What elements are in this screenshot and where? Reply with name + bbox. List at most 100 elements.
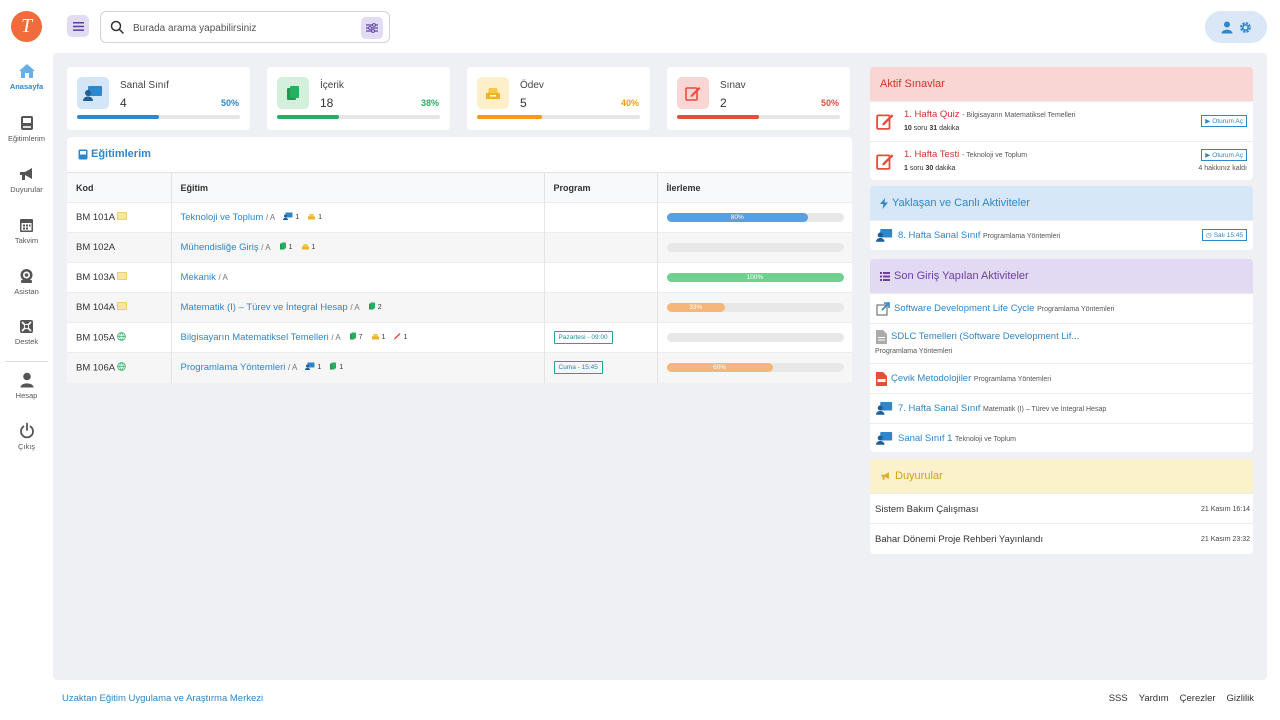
- sidebar-item-account[interactable]: Hesap: [0, 372, 53, 400]
- count-value: 1: [318, 214, 323, 221]
- count-value: 1: [381, 334, 386, 341]
- sidebar-item-support[interactable]: Destek: [0, 319, 53, 346]
- announcement-title[interactable]: Sistem Bakım Çalışması: [875, 504, 978, 515]
- stat-percent: 40%: [620, 98, 639, 108]
- table-row[interactable]: BM 104A Matematik (I) – Türev ve İntegra…: [67, 292, 852, 323]
- content-count-badge: 1: [329, 362, 343, 372]
- course-link[interactable]: Programlama Yöntemleri: [181, 362, 286, 373]
- list-item[interactable]: 1. Hafta Testi - Teknoloji ve Toplum 1 s…: [870, 141, 1253, 180]
- search-filter-button[interactable]: [361, 17, 383, 39]
- column-header-code[interactable]: Kod: [67, 172, 172, 203]
- list-item[interactable]: 7. Hafta Sanal Sınıf Matematik (I) – Tür…: [870, 393, 1253, 423]
- list-item[interactable]: Sistem Bakım Çalışması 21 Kasım 16:14: [870, 493, 1253, 523]
- stat-card-content[interactable]: İçerik 18 38%: [267, 67, 450, 130]
- course-link[interactable]: Mühendisliğe Giriş: [181, 242, 259, 253]
- stat-card-virtual-class[interactable]: Sanal Sınıf 4 50%: [67, 67, 250, 130]
- course-link[interactable]: Mekanik: [181, 272, 216, 283]
- sidebar-item-announcements[interactable]: Duyurular: [0, 166, 53, 194]
- list-item[interactable]: 1. Hafta Quiz - Bilgisayarın Matematikse…: [870, 101, 1253, 141]
- footer-link-cookies[interactable]: Çerezler: [1180, 693, 1216, 704]
- content-icon: [349, 332, 357, 342]
- list-item[interactable]: 8. Hafta Sanal Sınıf Programlama Yönteml…: [870, 220, 1253, 250]
- course-program-cell: [544, 202, 658, 233]
- recent-header: Son Giriş Yapılan Aktiviteler: [870, 259, 1253, 293]
- count-value: 1: [311, 244, 316, 251]
- sidebar-item-home[interactable]: Anasayfa: [0, 63, 53, 91]
- count-value: 1: [317, 363, 322, 371]
- column-header-course[interactable]: Eğitim: [171, 172, 545, 203]
- course-section: / A: [265, 213, 276, 222]
- course-name-cell: Bilgisayarın Matematiksel Temelleri / A 7…: [171, 322, 545, 353]
- list-item[interactable]: Software Development Life Cycle Programl…: [870, 293, 1253, 323]
- course-code-cell: BM 101A: [67, 202, 172, 233]
- sidebar-item-logout[interactable]: Çıkış: [0, 422, 53, 451]
- activity-time-badge[interactable]: ◷ Salı 15:45: [1202, 229, 1247, 241]
- stat-card-exam[interactable]: Sınav 2 50%: [667, 67, 850, 130]
- sidebar-item-calendar[interactable]: Takvim: [0, 217, 53, 245]
- course-link[interactable]: Bilgisayarın Matematiksel Temelleri: [181, 332, 329, 343]
- table-row[interactable]: BM 105A Bilgisayarın Matematiksel Temell…: [67, 322, 852, 353]
- progress-fill: 33%: [666, 303, 725, 312]
- progress-fill: 100%: [666, 273, 844, 282]
- footer-link-privacy[interactable]: Gizlilik: [1227, 693, 1254, 704]
- class-count-badge: 1: [305, 362, 321, 372]
- table-row[interactable]: BM 103A Mekanik / A 100%: [67, 262, 852, 293]
- table-row[interactable]: BM 102A Mühendisliğe Giriş / A 1 1: [67, 232, 852, 263]
- column-header-program[interactable]: Program: [544, 172, 658, 203]
- exam-title[interactable]: 1. Hafta Quiz: [904, 109, 959, 120]
- menu-toggle-button[interactable]: [67, 15, 89, 37]
- list-item[interactable]: Bahar Dönemi Proje Rehberi Yayınlandı 21…: [870, 523, 1253, 553]
- announcements-header: Duyurular: [870, 459, 1253, 493]
- globe-icon: [117, 331, 127, 344]
- active-exams-title: Aktif Sınavlar: [880, 78, 945, 90]
- calendar-icon: [20, 219, 33, 232]
- progress-track: 60%: [666, 363, 844, 373]
- activity-course: Teknoloji ve Toplum: [955, 436, 1017, 443]
- course-code: BM 104A: [76, 302, 115, 313]
- start-session-button[interactable]: ▶ Oturum Aç: [1201, 115, 1247, 127]
- table-row[interactable]: BM 101A Teknoloji ve Toplum / A 1 1 80%: [67, 202, 852, 233]
- course-link[interactable]: Matematik (I) – Türev ve İntegral Hesap: [181, 302, 348, 313]
- schedule-badge[interactable]: Pazartesi - 09:00: [553, 331, 613, 344]
- app-logo[interactable]: T: [11, 11, 42, 42]
- folder-icon: [117, 212, 128, 223]
- megaphone-icon: [881, 472, 889, 480]
- announcement-date: 21 Kasım 16:14: [1200, 506, 1250, 513]
- activity-course: Programlama Yöntemleri: [973, 376, 1052, 383]
- search-input[interactable]: [133, 19, 353, 37]
- activity-title[interactable]: Sanal Sınıf 1: [898, 433, 952, 444]
- play-icon: ▶: [1205, 118, 1211, 125]
- list-item[interactable]: SDLC Temelleri (Software Development Lif…: [870, 323, 1253, 363]
- sidebar-item-courses[interactable]: Eğitimlerim: [0, 115, 53, 143]
- content-count-badge: 1: [279, 242, 293, 252]
- list-item[interactable]: Çevik Metodolojiler Programlama Yöntemle…: [870, 363, 1253, 393]
- virtual-class-icon: [876, 432, 893, 445]
- clock-icon: ◷: [1206, 232, 1212, 239]
- recent-title: Son Giriş Yapılan Aktiviteler: [894, 270, 1029, 282]
- list-item[interactable]: Sanal Sınıf 1 Teknoloji ve Toplum: [870, 423, 1253, 452]
- activity-title[interactable]: Çevik Metodolojiler: [891, 373, 971, 384]
- homework-count-badge: 1: [371, 333, 386, 342]
- sidebar-item-assistant[interactable]: Asistan: [0, 268, 53, 296]
- count-value: 1: [295, 213, 300, 221]
- column-header-progress[interactable]: İlerleme: [657, 172, 852, 203]
- user-menu-button[interactable]: [1205, 11, 1267, 43]
- footer-link-faq[interactable]: SSS: [1109, 693, 1128, 704]
- start-session-button[interactable]: ▶ Oturum Aç: [1201, 149, 1247, 161]
- activity-title[interactable]: 8. Hafta Sanal Sınıf: [898, 230, 980, 241]
- table-row[interactable]: BM 106A Programlama Yöntemleri / A 1 1 Cuma…: [67, 352, 852, 383]
- schedule-badge[interactable]: Cuma - 15:45: [553, 361, 603, 375]
- activity-title[interactable]: 7. Hafta Sanal Sınıf: [898, 403, 980, 414]
- footer-org-link[interactable]: Uzaktan Eğitim Uygulama ve Araştırma Mer…: [62, 693, 263, 704]
- stat-progress-fill: [477, 115, 543, 119]
- user-icon: [1221, 21, 1232, 33]
- announcement-title[interactable]: Bahar Dönemi Proje Rehberi Yayınlandı: [875, 534, 1043, 545]
- course-link[interactable]: Teknoloji ve Toplum: [181, 212, 264, 223]
- sidebar-item-label: Duyurular: [10, 185, 43, 194]
- activity-title[interactable]: SDLC Temelleri (Software Development Lif…: [891, 331, 1079, 342]
- content-count-badge: 2: [368, 302, 382, 312]
- exam-title[interactable]: 1. Hafta Testi: [904, 149, 959, 160]
- stat-card-homework[interactable]: Ödev 5 40%: [467, 67, 650, 130]
- activity-title[interactable]: Software Development Life Cycle: [894, 303, 1034, 314]
- footer-link-help[interactable]: Yardım: [1139, 693, 1169, 704]
